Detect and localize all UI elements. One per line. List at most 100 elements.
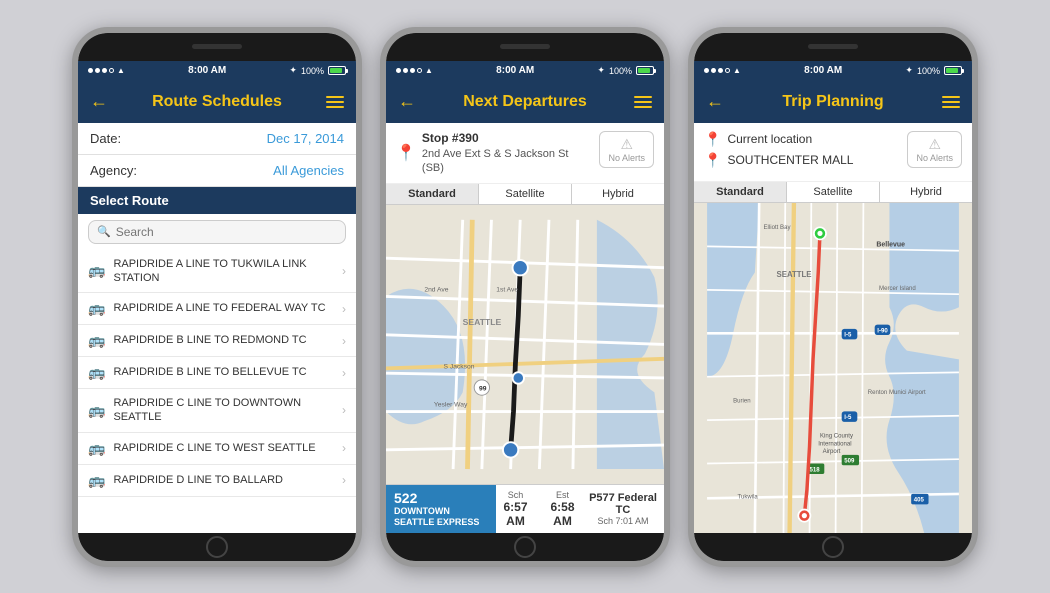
status-right-3: ✦ 100% xyxy=(905,65,962,76)
agency-row: Agency: All Agencies xyxy=(78,155,356,187)
route-item-5[interactable]: 🚌 RAPIDRIDE C LINE TO WEST SEATTLE › xyxy=(78,433,356,465)
dot1 xyxy=(88,68,93,73)
home-button-1[interactable] xyxy=(206,536,228,558)
chevron-1: › xyxy=(342,302,346,316)
status-bar-2: ▲ 8:00 AM ✦ 100% xyxy=(386,61,664,81)
status-right-1: ✦ 100% xyxy=(289,65,346,76)
stop-info: 📍 Stop #390 2nd Ave Ext S & S Jackson St… xyxy=(386,123,664,185)
no-alerts-3: No Alerts xyxy=(916,153,953,163)
svg-text:SEATTLE: SEATTLE xyxy=(777,269,812,278)
date-label: Date: xyxy=(90,131,145,146)
nav-bar-3: ← Trip Planning xyxy=(694,81,972,123)
dep-route-num: 522 xyxy=(394,490,488,506)
speaker-3 xyxy=(808,44,858,49)
bluetooth-icon-1: ✦ xyxy=(289,65,297,76)
bus-icon-4: 🚌 xyxy=(88,402,105,419)
svg-text:405: 405 xyxy=(914,497,925,503)
phone-next-departures: ▲ 8:00 AM ✦ 100% ← Next Departures 📍 xyxy=(380,27,670,567)
battery-icon-1 xyxy=(328,66,346,75)
bus-icon-5: 🚌 xyxy=(88,440,105,457)
map-tab-standard-2[interactable]: Standard xyxy=(386,184,479,204)
home-button-2[interactable] xyxy=(514,536,536,558)
route-item-3[interactable]: 🚌 RAPIDRIDE B LINE TO BELLEVUE TC › xyxy=(78,357,356,389)
dep-time-est: Est 6:58 AM xyxy=(549,490,576,528)
alert-icon-3: ⚠ xyxy=(928,136,941,153)
svg-text:518: 518 xyxy=(810,467,821,473)
svg-text:2nd Ave: 2nd Ave xyxy=(424,287,448,294)
agency-label: Agency: xyxy=(90,163,145,178)
nav-title-1: Route Schedules xyxy=(108,93,326,111)
alert-box-3: ⚠ No Alerts xyxy=(907,131,962,168)
status-right-2: ✦ 100% xyxy=(597,65,654,76)
alert-box-2: ⚠ No Alerts xyxy=(599,131,654,168)
phone-top-2 xyxy=(386,33,664,61)
menu-button-3[interactable] xyxy=(942,96,960,108)
time-2: 8:00 AM xyxy=(496,65,534,76)
phone-route-schedules: ▲ 8:00 AM ✦ 100% ← Route Schedules Date:… xyxy=(72,27,362,567)
bus-icon-0: 🚌 xyxy=(88,262,105,279)
map-tabs-2: Standard Satellite Hybrid xyxy=(386,184,664,205)
back-button-3[interactable]: ← xyxy=(706,91,724,112)
menu-button-2[interactable] xyxy=(634,96,652,108)
search-bar-1[interactable]: 🔍 xyxy=(88,220,346,244)
battery-icon-2 xyxy=(636,66,654,75)
map-area-2: 2nd Ave 1st Ave S Jackson Yesler Way SEA… xyxy=(386,205,664,484)
battery-icon-3 xyxy=(944,66,962,75)
trip-from-row: 📍 Current location xyxy=(704,131,899,148)
nav-bar-1: ← Route Schedules xyxy=(78,81,356,123)
red-pin-icon: 📍 xyxy=(704,152,721,169)
route-name-2: RAPIDRIDE B LINE TO REDMOND TC xyxy=(113,333,342,347)
speaker-1 xyxy=(192,44,242,49)
dot4 xyxy=(109,68,114,73)
svg-text:Bellevue: Bellevue xyxy=(876,241,905,248)
wifi-icon-2: ▲ xyxy=(425,66,433,75)
back-button-2[interactable]: ← xyxy=(398,91,416,112)
chevron-2: › xyxy=(342,334,346,348)
route-item-1[interactable]: 🚌 RAPIDRIDE A LINE TO FEDERAL WAY TC › xyxy=(78,293,356,325)
map-tab-satellite-2[interactable]: Satellite xyxy=(479,184,572,204)
chevron-5: › xyxy=(342,441,346,455)
map-tab-hybrid-3[interactable]: Hybrid xyxy=(880,182,972,202)
route-name-5: RAPIDRIDE C LINE TO WEST SEATTLE xyxy=(113,441,342,455)
home-button-3[interactable] xyxy=(822,536,844,558)
svg-text:509: 509 xyxy=(844,458,855,464)
search-input-1[interactable] xyxy=(116,225,337,239)
trip-details: 📍 Current location 📍 SOUTHCENTER MALL xyxy=(704,131,899,173)
chevron-3: › xyxy=(342,366,346,380)
route-item-6[interactable]: 🚌 RAPIDRIDE D LINE TO BALLARD › xyxy=(78,465,356,497)
wifi-icon-3: ▲ xyxy=(733,66,741,75)
dep-route: 522 DOWNTOWN SEATTLE EXPRESS xyxy=(386,485,496,533)
map-svg-2: 2nd Ave 1st Ave S Jackson Yesler Way SEA… xyxy=(386,205,664,484)
trip-map-svg: I-5 I-5 518 509 E xyxy=(694,203,972,533)
route-name-6: RAPIDRIDE D LINE TO BALLARD xyxy=(113,473,342,487)
select-route-header: Select Route xyxy=(78,187,356,214)
route-item-2[interactable]: 🚌 RAPIDRIDE B LINE TO REDMOND TC › xyxy=(78,325,356,357)
map-tab-satellite-3[interactable]: Satellite xyxy=(787,182,880,202)
back-button-1[interactable]: ← xyxy=(90,91,108,112)
bluetooth-icon-2: ✦ xyxy=(597,65,605,76)
dot3 xyxy=(102,68,107,73)
map-tab-hybrid-2[interactable]: Hybrid xyxy=(572,184,664,204)
signal-dots-3 xyxy=(704,68,730,73)
svg-text:SEATTLE: SEATTLE xyxy=(463,317,502,327)
agency-value[interactable]: All Agencies xyxy=(145,163,344,178)
dep-time-sch: Sch 6:57 AM xyxy=(502,490,529,528)
route-item-4[interactable]: 🚌 RAPIDRIDE C LINE TO DOWNTOWN SEATTLE › xyxy=(78,389,356,433)
dep-destination: P577 Federal TC Sch 7:01 AM xyxy=(582,485,664,533)
signal-dots-2 xyxy=(396,68,422,73)
date-value[interactable]: Dec 17, 2014 xyxy=(145,131,344,146)
nav-title-2: Next Departures xyxy=(416,93,634,111)
status-bar-3: ▲ 8:00 AM ✦ 100% xyxy=(694,61,972,81)
phone-bottom-2 xyxy=(386,533,664,561)
stop-pin-icon: 📍 xyxy=(396,143,416,163)
menu-button-1[interactable] xyxy=(326,96,344,108)
status-left-3: ▲ xyxy=(704,66,741,75)
map-tab-standard-3[interactable]: Standard xyxy=(694,182,787,202)
route-item-0[interactable]: 🚌 RAPIDRIDE A LINE TO TUKWILA LINK STATI… xyxy=(78,250,356,294)
phones-container: ▲ 8:00 AM ✦ 100% ← Route Schedules Date:… xyxy=(0,0,1050,593)
svg-text:Yesler Way: Yesler Way xyxy=(434,402,468,409)
routes-list: 🚌 RAPIDRIDE A LINE TO TUKWILA LINK STATI… xyxy=(78,250,356,497)
svg-text:I-5: I-5 xyxy=(844,332,852,338)
trip-info: 📍 Current location 📍 SOUTHCENTER MALL ⚠ … xyxy=(694,123,972,182)
nav-title-3: Trip Planning xyxy=(724,93,942,111)
